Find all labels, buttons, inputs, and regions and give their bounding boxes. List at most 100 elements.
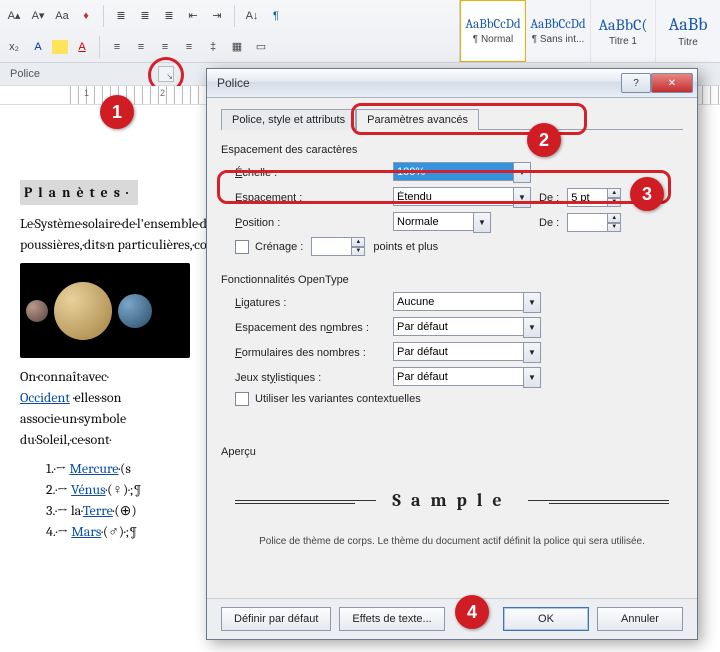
sort-icon[interactable]: A↓ <box>242 6 262 26</box>
kerning-input[interactable] <box>311 237 351 256</box>
numforms-field[interactable]: ▼ <box>393 342 541 363</box>
chevron-down-icon[interactable]: ▼ <box>523 367 541 388</box>
chevron-down-icon[interactable]: ▼ <box>523 292 541 313</box>
position-by-field[interactable]: ▲▼ <box>567 213 621 232</box>
align-right-icon[interactable]: ≡ <box>155 37 175 57</box>
spacing-input[interactable] <box>393 187 513 206</box>
borders-icon[interactable]: ▭ <box>251 37 271 57</box>
annotation-badge-4: 4 <box>455 595 489 629</box>
grow-font-icon[interactable]: A▴ <box>4 6 24 26</box>
separator <box>99 36 100 58</box>
dialog-titlebar[interactable]: Police ? ✕ <box>207 69 697 98</box>
spin-up-icon[interactable]: ▲ <box>351 237 365 247</box>
annotation-badge-2: 2 <box>527 123 561 157</box>
position-input[interactable] <box>393 212 473 231</box>
ok-button[interactable]: OK <box>503 607 589 631</box>
venus-icon <box>54 282 112 340</box>
cancel-button[interactable]: Annuler <box>597 607 683 631</box>
link-mars[interactable]: Mars <box>71 523 101 540</box>
help-button[interactable]: ? <box>621 73 651 93</box>
position-by-input[interactable] <box>567 213 607 232</box>
link-terre[interactable]: Terre <box>83 502 113 519</box>
scale-label: Échelle : <box>235 167 385 179</box>
numbering-icon[interactable]: ≣ <box>135 6 155 26</box>
context-checkbox[interactable]: Utiliser les variantes contextuelles <box>235 392 421 406</box>
document-area[interactable]: Planètes· Le·Système·solaire·de·l'ensemb… <box>0 110 220 542</box>
shrink-font-icon[interactable]: A▾ <box>28 6 48 26</box>
position-by-label: De : <box>539 217 559 229</box>
highlight-icon[interactable] <box>52 40 68 54</box>
chevron-down-icon[interactable]: ▼ <box>473 212 491 233</box>
align-center-icon[interactable]: ≡ <box>131 37 151 57</box>
scale-field[interactable]: ▼ <box>393 162 531 183</box>
numforms-input[interactable] <box>393 342 523 361</box>
tab-font-style[interactable]: Police, style et attributs <box>221 109 356 130</box>
justify-icon[interactable]: ≡ <box>179 37 199 57</box>
preview-box: Sample <box>235 470 669 530</box>
text-effects-button[interactable]: Effets de texte... <box>339 607 444 631</box>
preview-label: Aperçu <box>221 446 683 458</box>
style-sansint[interactable]: AaBbCcDd ¶ Sans int... <box>526 0 591 62</box>
font-dialog-launcher[interactable]: ↘ <box>158 66 174 82</box>
ligatures-input[interactable] <box>393 292 523 311</box>
doc-title: Planètes· <box>20 180 138 205</box>
text-effects-icon[interactable]: A <box>28 37 48 57</box>
tab-advanced[interactable]: Paramètres avancés <box>356 109 479 130</box>
stylistic-input[interactable] <box>393 367 523 386</box>
font-color-icon[interactable]: A <box>72 37 92 57</box>
change-case-icon[interactable]: Aa <box>52 6 72 26</box>
link-mercure[interactable]: Mercure <box>70 460 119 477</box>
multilevel-icon[interactable]: ≣ <box>159 6 179 26</box>
chevron-down-icon[interactable]: ▼ <box>513 187 531 208</box>
spin-down-icon[interactable]: ▼ <box>607 198 621 208</box>
spin-up-icon[interactable]: ▲ <box>607 213 621 223</box>
link-venus[interactable]: Vénus <box>71 481 106 498</box>
ligatures-field[interactable]: ▼ <box>393 292 541 313</box>
section-opentype: Fonctionnalités OpenType <box>221 274 683 286</box>
bullets-icon[interactable]: ≣ <box>111 6 131 26</box>
numspacing-input[interactable] <box>393 317 523 336</box>
spin-down-icon[interactable]: ▼ <box>607 223 621 233</box>
separator <box>103 5 104 27</box>
style-titre1[interactable]: AaBbC( Titre 1 <box>591 0 656 62</box>
chevron-down-icon[interactable]: ▼ <box>513 162 531 183</box>
spacing-by-input[interactable] <box>567 188 607 207</box>
close-button[interactable]: ✕ <box>651 73 693 93</box>
checkbox-icon[interactable] <box>235 392 249 406</box>
kerning-field[interactable]: ▲▼ <box>311 237 365 256</box>
position-field[interactable]: ▼ <box>393 212 491 233</box>
numspacing-field[interactable]: ▼ <box>393 317 541 338</box>
style-titre[interactable]: AaBb Titre <box>656 0 720 62</box>
spacing-by-label: De : <box>539 192 559 204</box>
clear-format-icon[interactable]: ♦ <box>76 6 96 26</box>
preview-sample: Sample <box>376 490 527 511</box>
sub-super-icon[interactable]: x₂ <box>4 37 24 57</box>
spacing-field[interactable]: ▼ <box>393 187 531 208</box>
outdent-icon[interactable]: ⇤ <box>183 6 203 26</box>
show-marks-icon[interactable]: ¶ <box>266 6 286 26</box>
chevron-down-icon[interactable]: ▼ <box>523 317 541 338</box>
stylistic-field[interactable]: ▼ <box>393 367 541 388</box>
align-left-icon[interactable]: ≡ <box>107 37 127 57</box>
spacing-by-field[interactable]: ▲▼ <box>567 188 621 207</box>
styles-gallery[interactable]: AaBbCcDd ¶ Normal AaBbCcDd ¶ Sans int...… <box>459 0 720 62</box>
annotation-badge-3: 3 <box>630 177 664 211</box>
set-default-button[interactable]: Définir par défaut <box>221 607 331 631</box>
font-dialog: Police ? ✕ Police, style et attributs Pa… <box>206 68 698 640</box>
list-item: 1.·→ Mercure·(s <box>46 458 220 479</box>
link-occident[interactable]: Occident <box>20 389 70 406</box>
chevron-down-icon[interactable]: ▼ <box>523 342 541 363</box>
checkbox-icon[interactable] <box>235 240 249 254</box>
kerning-unit: points et plus <box>373 241 438 253</box>
style-normal[interactable]: AaBbCcDd ¶ Normal <box>460 0 526 62</box>
indent-icon[interactable]: ⇥ <box>207 6 227 26</box>
earth-icon <box>118 294 152 328</box>
shading-icon[interactable]: ▦ <box>227 37 247 57</box>
kerning-checkbox[interactable]: Crénage : <box>235 240 303 254</box>
separator <box>234 5 235 27</box>
spin-down-icon[interactable]: ▼ <box>351 247 365 257</box>
line-spacing-icon[interactable]: ‡ <box>203 37 223 57</box>
spin-up-icon[interactable]: ▲ <box>607 188 621 198</box>
font-group-label: Police <box>10 68 40 80</box>
scale-input[interactable] <box>393 162 513 181</box>
